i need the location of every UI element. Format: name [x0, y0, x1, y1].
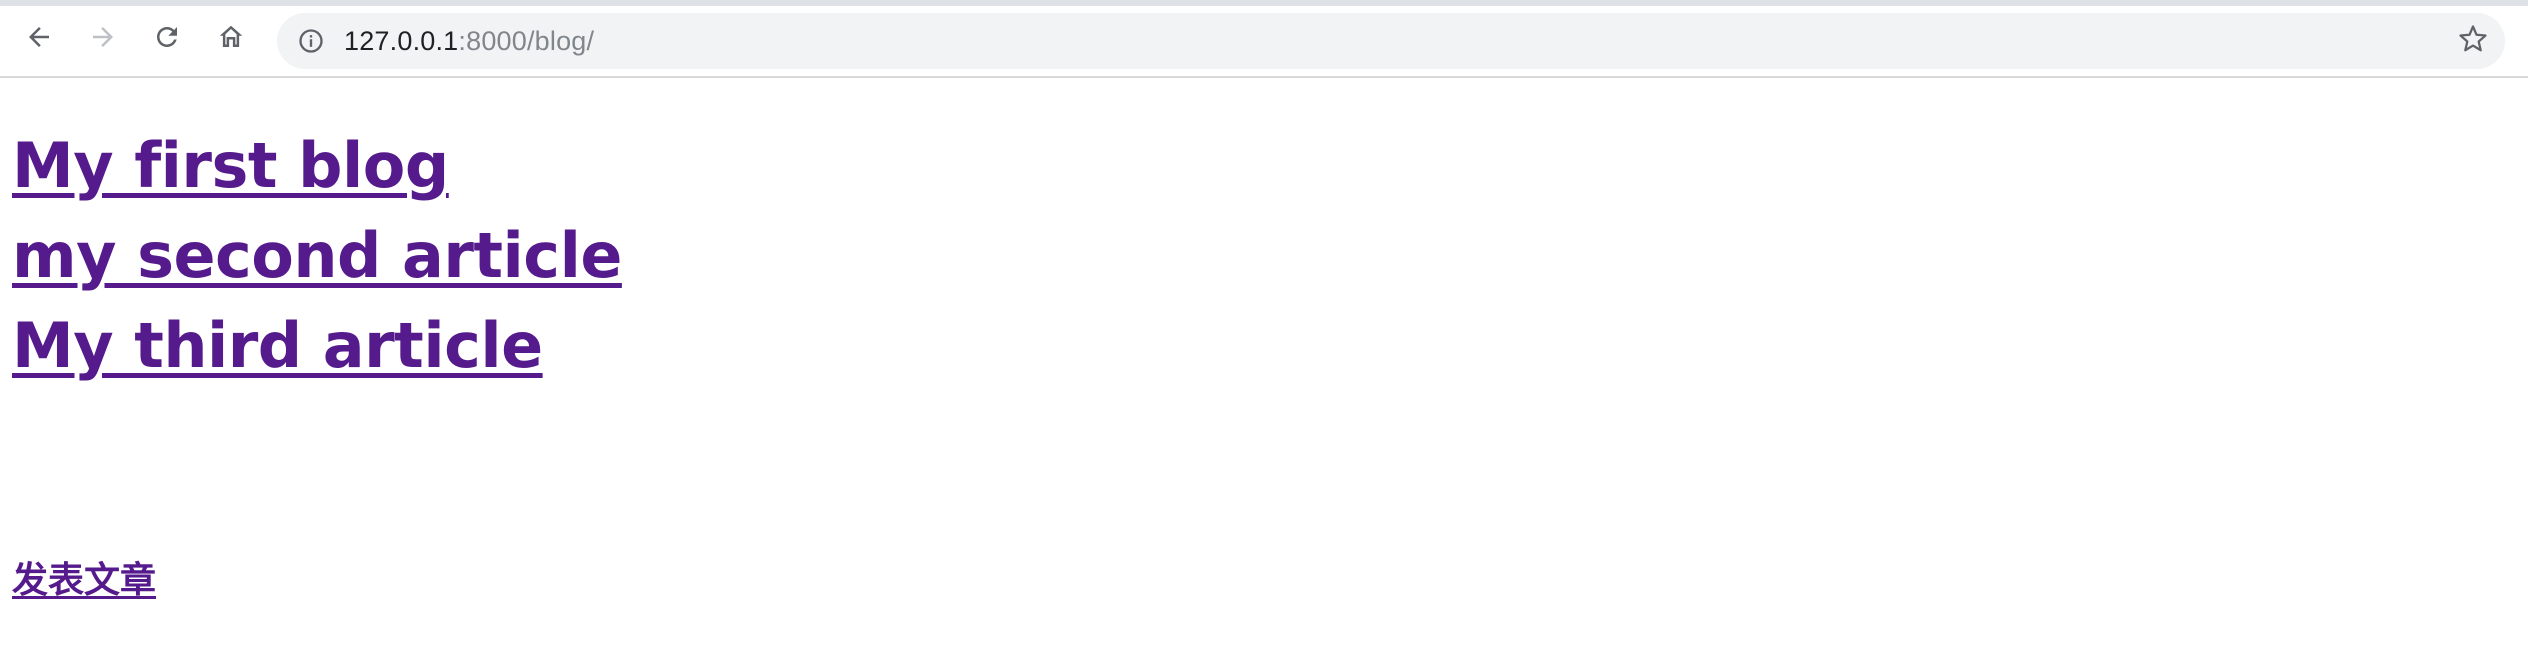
forward-button[interactable] [81, 15, 125, 59]
reload-button[interactable] [145, 15, 189, 59]
arrow-left-icon [24, 22, 54, 52]
home-button[interactable] [209, 15, 253, 59]
publish-article-link[interactable]: 发表文章 [12, 558, 156, 604]
back-button[interactable] [17, 15, 61, 59]
url-path: :8000/blog/ [458, 26, 595, 56]
reload-icon [152, 22, 182, 52]
arrow-right-icon [88, 22, 118, 52]
star-icon [2458, 24, 2488, 59]
article-link-first-blog[interactable]: My first blog [12, 130, 449, 202]
article-link-third-article[interactable]: My third article [12, 310, 543, 382]
url-host: 127.0.0.1 [344, 26, 459, 56]
home-icon [216, 22, 246, 52]
bookmark-star-button[interactable] [2455, 23, 2491, 59]
browser-toolbar: 127.0.0.1:8000/blog/ [0, 6, 2528, 78]
info-icon[interactable] [295, 25, 327, 57]
url-text[interactable]: 127.0.0.1:8000/blog/ [344, 13, 594, 69]
address-bar[interactable]: 127.0.0.1:8000/blog/ [277, 13, 2505, 69]
article-link-second-article[interactable]: my second article [12, 220, 622, 292]
page-content: My first blog my second article My third… [12, 78, 2512, 638]
